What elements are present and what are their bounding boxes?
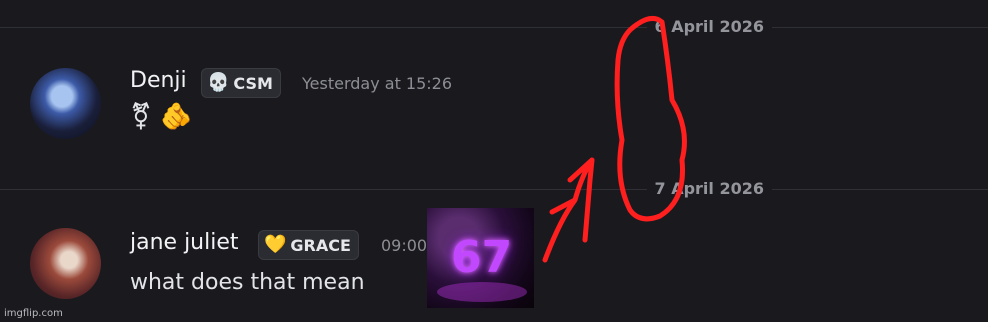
red-scribble-annotation: [542, 15, 687, 263]
watermark: imgflip.com: [4, 308, 63, 319]
